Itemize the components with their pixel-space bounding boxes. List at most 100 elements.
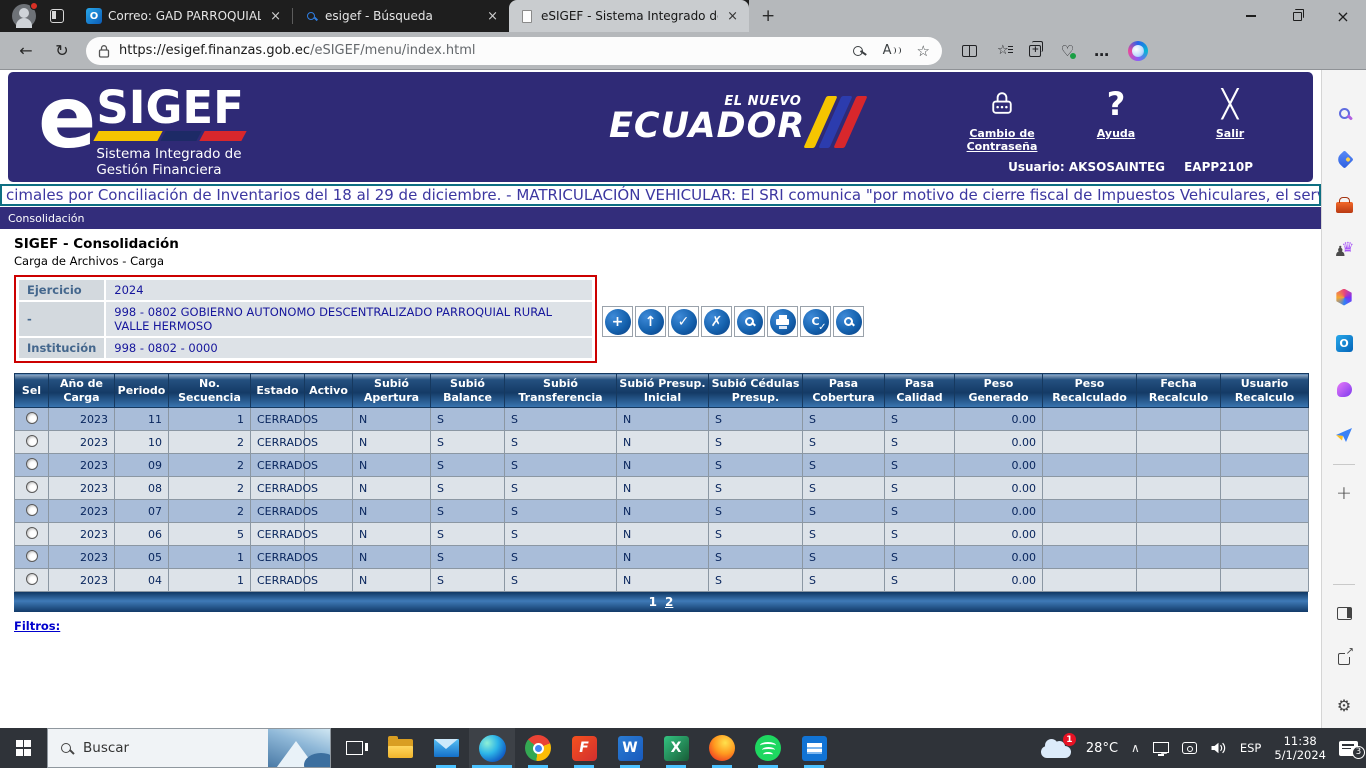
column-header: Peso Generado bbox=[955, 374, 1043, 408]
more-options-icon[interactable]: … bbox=[1094, 42, 1110, 60]
help-button[interactable]: ?Ayuda bbox=[1077, 84, 1155, 153]
approve-file-button[interactable]: C✓ bbox=[800, 306, 831, 337]
volume-icon[interactable] bbox=[1210, 741, 1227, 755]
table-cell: S bbox=[431, 500, 505, 523]
row-select-radio[interactable] bbox=[26, 458, 38, 470]
profile-avatar[interactable] bbox=[12, 4, 36, 28]
password-key-icon[interactable] bbox=[853, 44, 867, 58]
row-select-radio[interactable] bbox=[26, 435, 38, 447]
workspaces-icon[interactable] bbox=[50, 9, 64, 23]
page-2-link[interactable]: 2 bbox=[665, 595, 673, 609]
taskbar-search-box[interactable]: Buscar bbox=[47, 728, 331, 768]
tab-close-icon[interactable]: × bbox=[267, 9, 284, 24]
exit-button[interactable]: ╳Salir bbox=[1191, 84, 1269, 153]
new-file-button[interactable]: + bbox=[602, 306, 633, 337]
query-file-button[interactable] bbox=[833, 306, 864, 337]
tab-close-icon[interactable]: × bbox=[484, 9, 501, 24]
pagination-bar: 12 bbox=[14, 592, 1308, 612]
restore-button[interactable] bbox=[1274, 0, 1320, 32]
new-tab-button[interactable]: + bbox=[749, 6, 787, 26]
collections-icon[interactable] bbox=[1029, 45, 1041, 57]
table-cell bbox=[1221, 546, 1309, 569]
print-file-button[interactable] bbox=[767, 306, 798, 337]
tab-title: esigef - Búsqueda bbox=[325, 9, 478, 23]
tools-icon[interactable] bbox=[1322, 182, 1366, 228]
hidden-icons-chevron[interactable]: ∧ bbox=[1131, 741, 1140, 755]
app-code-label: EAPP210P bbox=[1184, 160, 1253, 174]
notification-center-icon[interactable]: 3 bbox=[1339, 741, 1358, 756]
taskbar-foxit-pdf-button[interactable]: F bbox=[561, 728, 607, 768]
row-select-radio[interactable] bbox=[26, 504, 38, 516]
favorite-star-icon[interactable]: ☆ bbox=[917, 42, 930, 60]
preview-file-button[interactable] bbox=[734, 306, 765, 337]
validate-file-button[interactable]: ✓ bbox=[668, 306, 699, 337]
taskbar-firefox-button[interactable] bbox=[699, 728, 745, 768]
designer-icon[interactable] bbox=[1322, 366, 1366, 412]
refresh-icon[interactable]: ↻ bbox=[52, 41, 72, 60]
row-select-radio[interactable] bbox=[26, 412, 38, 424]
network-icon[interactable] bbox=[1153, 742, 1169, 753]
taskbar-excel-button[interactable]: X bbox=[653, 728, 699, 768]
logo-e: e bbox=[38, 80, 92, 156]
games-icon[interactable]: ♟♛ bbox=[1322, 228, 1366, 274]
url-text[interactable]: https://esigef.finanzas.gob.ec/eSIGEF/me… bbox=[119, 43, 837, 58]
delete-file-button[interactable]: ✗ bbox=[701, 306, 732, 337]
row-select-radio[interactable] bbox=[26, 550, 38, 562]
taskbar-edge-button[interactable] bbox=[469, 728, 515, 768]
table-row: 2023051CERRADOSNSSNSSS0.00 bbox=[15, 546, 1309, 569]
row-select-radio[interactable] bbox=[26, 481, 38, 493]
favorites-hub-icon[interactable]: ☆ bbox=[997, 43, 1009, 58]
split-screen-icon[interactable] bbox=[962, 45, 977, 57]
clock[interactable]: 11:385/1/2024 bbox=[1274, 734, 1326, 762]
taskbar-blue-docs-app-button[interactable] bbox=[791, 728, 837, 768]
excel-icon: X bbox=[664, 736, 689, 761]
sidebar-settings-icon[interactable]: ⚙ bbox=[1322, 682, 1366, 728]
browser-essentials-icon[interactable]: ♡ bbox=[1061, 42, 1074, 60]
filters-link[interactable]: Filtros: bbox=[14, 619, 60, 633]
search-icon[interactable] bbox=[1322, 90, 1366, 136]
close-button[interactable]: × bbox=[1320, 0, 1366, 32]
ecuador-logo-main: ECUADOR bbox=[609, 109, 805, 143]
taskbar-word-button[interactable]: W bbox=[607, 728, 653, 768]
change-password-button[interactable]: Cambio de Contraseña bbox=[963, 84, 1041, 153]
drop-icon[interactable] bbox=[1322, 412, 1366, 458]
cast-icon[interactable] bbox=[1182, 742, 1197, 754]
temperature-label[interactable]: 28°C bbox=[1086, 741, 1118, 756]
tab-strip: OCorreo: GAD PARROQUIAL VALLE×esigef - B… bbox=[76, 0, 749, 32]
outlook-icon[interactable]: O bbox=[1322, 320, 1366, 366]
upload-file-button[interactable]: ↑ bbox=[635, 306, 666, 337]
weather-icon[interactable]: 1 bbox=[1041, 737, 1073, 759]
table-cell bbox=[1137, 477, 1221, 500]
browser-tab-2[interactable]: esigef - Búsqueda × bbox=[293, 0, 509, 32]
taskbar-spotify-button[interactable] bbox=[745, 728, 791, 768]
shopping-tag-icon[interactable] bbox=[1322, 136, 1366, 182]
language-indicator[interactable]: ESP bbox=[1240, 741, 1262, 755]
select-cell bbox=[15, 408, 49, 431]
table-cell: CERRADO bbox=[251, 477, 305, 500]
row-select-radio[interactable] bbox=[26, 527, 38, 539]
back-icon[interactable]: ← bbox=[16, 41, 36, 60]
select-cell bbox=[15, 477, 49, 500]
microsoft365-icon[interactable] bbox=[1322, 274, 1366, 320]
add-sidebar-item-icon[interactable]: + bbox=[1322, 470, 1366, 516]
form-row: -998 - 0802 GOBIERNO AUTONOMO DESCENTRAL… bbox=[19, 302, 592, 336]
taskbar-file-explorer-button[interactable] bbox=[377, 728, 423, 768]
read-aloud-icon[interactable]: A bbox=[883, 43, 901, 58]
table-cell: S bbox=[505, 546, 617, 569]
taskbar-chrome-button[interactable] bbox=[515, 728, 561, 768]
url-bar[interactable]: https://esigef.finanzas.gob.ec/eSIGEF/me… bbox=[86, 37, 942, 65]
minimize-button[interactable] bbox=[1228, 0, 1274, 32]
start-button[interactable] bbox=[0, 728, 47, 768]
table-cell bbox=[1137, 546, 1221, 569]
taskbar-task-view-button[interactable] bbox=[331, 728, 377, 768]
table-cell: S bbox=[709, 477, 803, 500]
row-select-radio[interactable] bbox=[26, 573, 38, 585]
browser-tab-3[interactable]: eSIGEF - Sistema Integrado de G× bbox=[509, 0, 749, 32]
taskbar-mail-button[interactable] bbox=[423, 728, 469, 768]
copilot-icon[interactable] bbox=[1128, 41, 1148, 61]
open-external-icon[interactable] bbox=[1322, 636, 1366, 682]
tab-close-icon[interactable]: × bbox=[724, 9, 741, 24]
sidebar-panel-icon[interactable] bbox=[1322, 590, 1366, 636]
browser-tab-1[interactable]: OCorreo: GAD PARROQUIAL VALLE× bbox=[76, 0, 292, 32]
menu-item-consolidación[interactable]: Consolidación bbox=[8, 212, 84, 225]
